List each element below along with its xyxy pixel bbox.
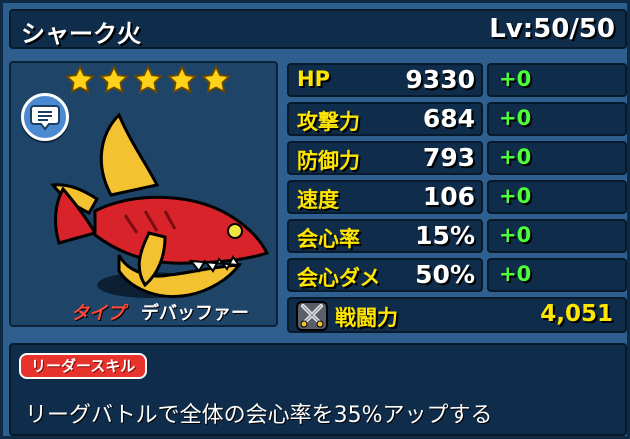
stat-value: 106 [422,182,475,211]
stat-label: HP [297,67,330,91]
stat-label: 攻撃力 [297,110,360,134]
stat-box: 会心ダメ 50% [287,258,483,292]
header-bar: シャーク火 Lv:50/50 [9,9,627,49]
stat-label: 速度 [297,188,339,212]
battle-power-row: 戦闘力 4,051 [287,297,627,333]
stat-bonus: +0 [499,145,532,169]
type-value: デバッファー [141,303,249,324]
star-icon [201,65,231,94]
stat-bonus-box: +0 [487,102,627,136]
star-icon [65,65,95,94]
battle-power-value: 4,051 [540,301,613,327]
stat-bonus-box: +0 [487,219,627,253]
stat-value: 50% [415,260,475,289]
character-name: シャーク火 [21,20,141,48]
battle-power-label: 戦闘力 [335,306,398,330]
shark-character-image [50,112,270,299]
unit-detail-panel: シャーク火 Lv:50/50 タイプ デバッファー HP 9330 +0 攻撃力… [0,0,630,439]
portrait-panel: タイプ デバッファー [9,61,278,327]
stat-box: 攻撃力 684 [287,102,483,136]
stat-bonus: +0 [499,67,532,91]
stat-label: 会心率 [297,227,360,251]
stat-box: 会心率 15% [287,219,483,253]
stat-box: 防御力 793 [287,141,483,175]
stat-bonus-box: +0 [487,63,627,97]
rarity-stars [65,65,231,95]
star-icon [133,65,163,94]
stat-bonus-box: +0 [487,180,627,214]
stat-value: 684 [422,104,475,133]
stat-bonus: +0 [499,223,532,247]
stat-box: 速度 106 [287,180,483,214]
star-icon [99,65,129,94]
stat-value: 793 [422,143,475,172]
stat-bonus: +0 [499,184,532,208]
stat-value: 15% [415,221,475,250]
leader-skill-panel: リーダースキル リーグバトルで全体の会心率を35%アップする [9,343,627,436]
stat-label: 会心ダメ [297,266,381,290]
level-text: Lv:50/50 [489,14,615,44]
stat-bonus: +0 [499,262,532,286]
stat-bonus-box: +0 [487,141,627,175]
stat-bonus: +0 [499,106,532,130]
star-icon [167,65,197,94]
stat-label: 防御力 [297,149,360,173]
crossed-swords-icon [296,301,328,331]
stat-value: 9330 [405,65,475,94]
stat-bonus-box: +0 [487,258,627,292]
leader-skill-tag: リーダースキル [19,353,148,379]
chat-bubble-icon[interactable] [21,93,69,141]
leader-skill-description: リーグバトルで全体の会心率を35%アップする [25,403,493,428]
stat-box: HP 9330 [287,63,483,97]
type-label: タイプ [71,303,125,324]
